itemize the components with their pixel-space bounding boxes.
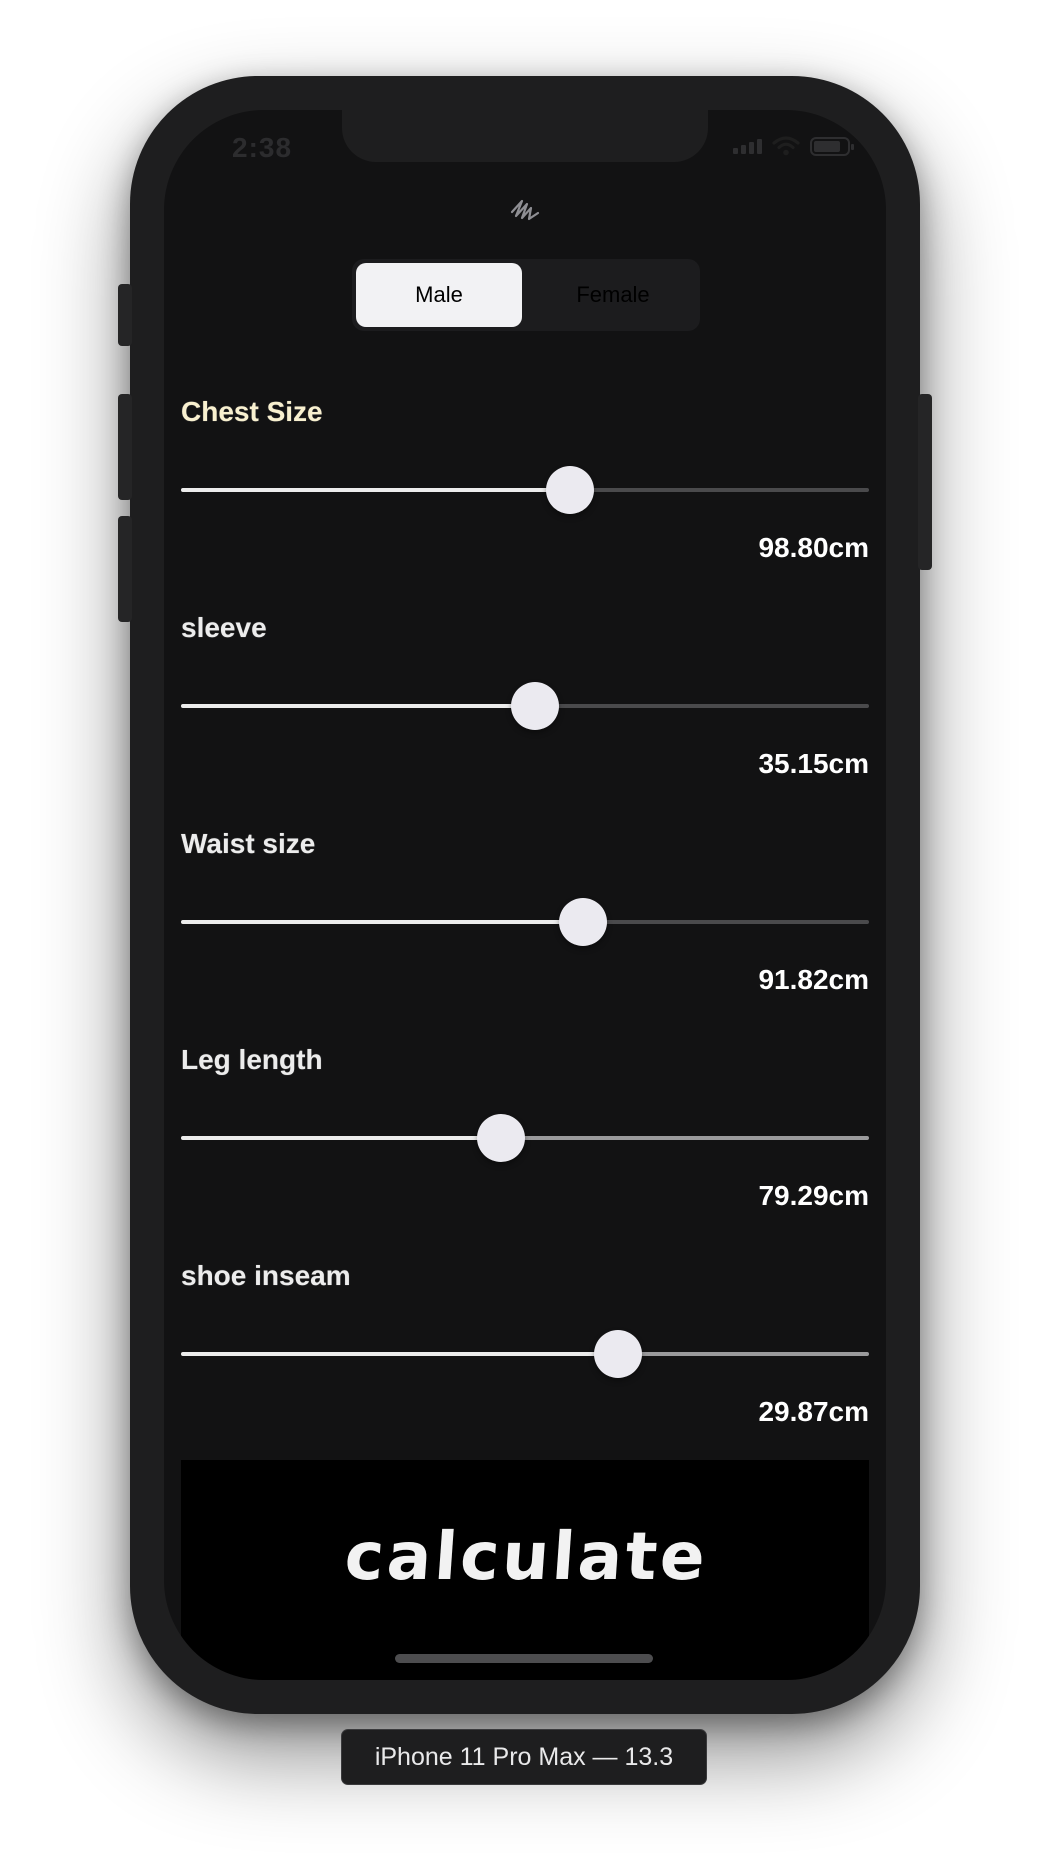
segment-male[interactable]: Male [356, 263, 522, 327]
scribble-icon [510, 199, 540, 221]
measurement-value: 79.29cm [758, 1180, 869, 1211]
measurement-label: Chest Size [181, 396, 323, 427]
slider-track[interactable] [181, 466, 869, 514]
slider-track[interactable] [181, 1330, 869, 1378]
measurement-value: 35.15cm [758, 748, 869, 779]
silent-switch [118, 284, 132, 346]
measurement-value: 91.82cm [758, 964, 869, 995]
slider-thumb[interactable] [593, 1330, 642, 1378]
gender-segmented-control: Male Female [352, 259, 700, 331]
status-time: 2:38 [232, 132, 293, 163]
slider-track[interactable] [181, 1114, 869, 1162]
slider-track-min [181, 1352, 618, 1356]
home-indicator[interactable] [395, 1654, 653, 1663]
calculate-button-label: calculate [341, 1517, 711, 1595]
slider-track-min [181, 920, 584, 924]
notch [342, 110, 708, 162]
power-button [918, 394, 932, 570]
measurement-label: sleeve [181, 612, 267, 643]
slider-thumb[interactable] [545, 466, 594, 514]
status-icons [733, 136, 854, 156]
slider-track-max [569, 488, 869, 492]
measurement-value: 98.80cm [758, 532, 869, 563]
calculate-button[interactable]: calculate [181, 1460, 869, 1680]
segment-female[interactable]: Female [530, 263, 696, 327]
slider-track-max [583, 920, 869, 924]
slider-track[interactable] [181, 682, 869, 730]
volume-up-button [118, 394, 132, 500]
wifi-icon [772, 136, 800, 156]
measurement-value: 29.87cm [758, 1396, 869, 1427]
measurement-label: shoe inseam [181, 1260, 351, 1291]
cellular-signal-icon [733, 138, 762, 154]
slider-thumb[interactable] [476, 1114, 525, 1162]
slider-track-max [534, 704, 869, 708]
slider-track-max [617, 1352, 869, 1356]
volume-down-button [118, 516, 132, 622]
measurement-label: Waist size [181, 828, 316, 859]
slider-thumb[interactable] [559, 898, 608, 946]
slider-track-min [181, 488, 570, 492]
slider-track[interactable] [181, 898, 869, 946]
slider-thumb[interactable] [510, 682, 559, 730]
slider-track-min [181, 704, 535, 708]
battery-icon [810, 136, 854, 156]
device-caption: iPhone 11 Pro Max — 13.3 [341, 1729, 707, 1785]
slider-track-max [500, 1136, 869, 1140]
slider-track-min [181, 1136, 501, 1140]
measurement-label: Leg length [181, 1044, 323, 1075]
app-screen: 2:38 Male Female Chest Size 98.80cm slee… [164, 110, 886, 1680]
